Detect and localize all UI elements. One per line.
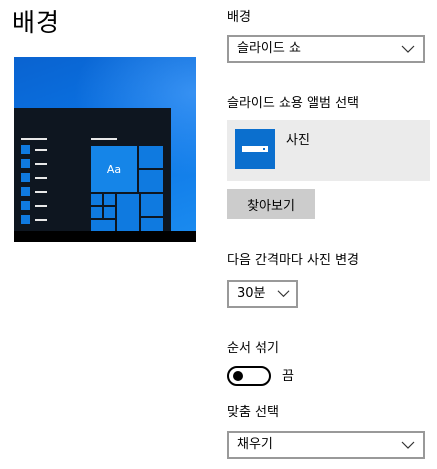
background-type-dropdown[interactable]: 슬라이드 쇼 <box>227 35 425 63</box>
preview-tile <box>91 220 115 231</box>
preview-tile <box>139 146 163 168</box>
preview-menu-line <box>21 138 47 140</box>
page-title: 배경 <box>12 8 61 37</box>
album-label: 슬라이드 쇼용 앨범 선택 <box>227 96 359 111</box>
preview-menu-line <box>35 191 47 193</box>
preview-menu-line <box>35 163 47 165</box>
preview-tile-label: Aa <box>106 162 122 176</box>
toggle-knob <box>233 371 243 381</box>
preview-menu-square <box>21 215 30 224</box>
preview-tile <box>104 207 115 218</box>
interval-label: 다음 간격마다 사진 변경 <box>227 253 359 268</box>
preview-menu-square <box>21 201 30 210</box>
folder-photo-icon <box>235 129 275 169</box>
background-label: 배경 <box>227 10 251 25</box>
preview-menu-square <box>21 173 30 182</box>
preview-tile-large: Aa <box>91 146 137 192</box>
desktop-preview: Aa <box>14 57 196 242</box>
preview-tile <box>139 170 163 192</box>
preview-menu-square <box>21 159 30 168</box>
preview-tile <box>91 207 102 218</box>
preview-menu-line <box>35 177 47 179</box>
fit-label: 맞춤 선택 <box>227 405 279 420</box>
chevron-down-icon <box>401 441 415 449</box>
preview-menu-line <box>35 205 47 207</box>
preview-tile <box>141 218 163 231</box>
preview-start-menu: Aa <box>14 108 171 231</box>
preview-menu-square <box>21 187 30 196</box>
album-selection-item[interactable]: 사진 <box>227 120 430 181</box>
preview-tile <box>141 194 163 216</box>
chevron-down-icon <box>401 45 415 53</box>
preview-menu-line <box>35 219 47 221</box>
fit-dropdown[interactable]: 채우기 <box>227 431 425 459</box>
preview-menu-line <box>35 149 47 151</box>
preview-tile <box>117 194 139 231</box>
preview-menu-line <box>91 138 117 140</box>
shuffle-state: 끔 <box>282 369 294 384</box>
browse-button[interactable]: 찾아보기 <box>227 189 315 219</box>
interval-dropdown[interactable]: 30분 <box>227 280 298 308</box>
interval-value: 30분 <box>237 286 266 301</box>
fit-value: 채우기 <box>237 437 273 452</box>
preview-tile <box>104 194 115 205</box>
chevron-down-icon <box>277 290 290 298</box>
preview-tile <box>91 194 102 205</box>
preview-taskbar <box>14 231 196 242</box>
shuffle-label: 순서 섞기 <box>227 341 279 356</box>
shuffle-toggle[interactable] <box>227 366 271 386</box>
preview-menu-square <box>21 145 30 154</box>
background-type-value: 슬라이드 쇼 <box>237 41 301 56</box>
album-name: 사진 <box>286 133 310 148</box>
